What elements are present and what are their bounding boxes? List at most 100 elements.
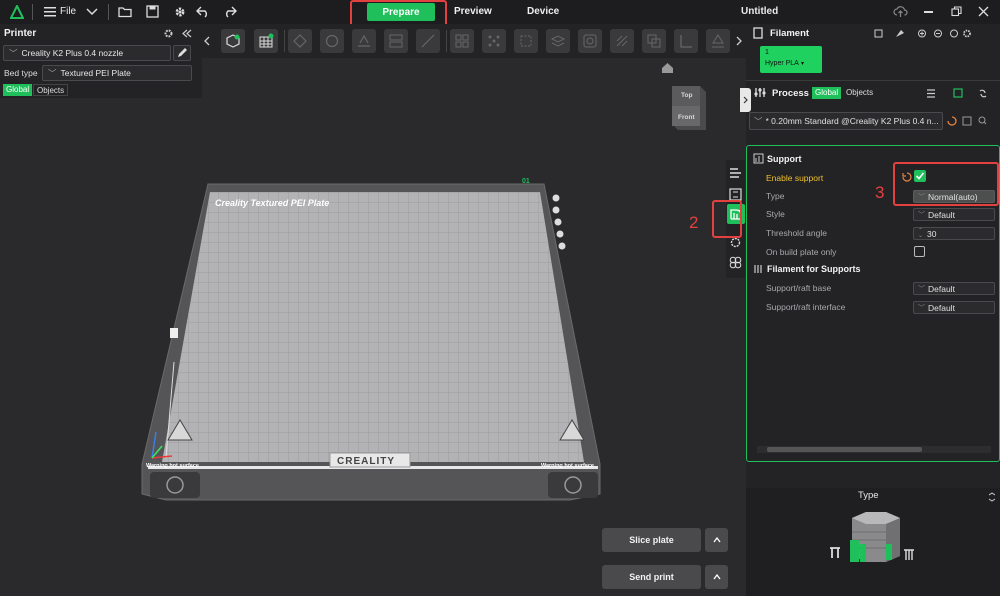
emboss-tool[interactable] xyxy=(578,29,602,53)
send-print-button[interactable]: Send print xyxy=(602,565,701,589)
arrange-tool[interactable] xyxy=(320,29,344,53)
profile-actions[interactable] xyxy=(946,115,996,127)
close-icon[interactable] xyxy=(978,6,989,17)
grid-dots-icon xyxy=(488,35,500,47)
restore-icon[interactable] xyxy=(951,6,962,17)
threshold-input[interactable]: ⌃ ⌄ 30 xyxy=(913,227,995,240)
filament-supports-icon xyxy=(754,265,762,273)
split-tool[interactable] xyxy=(384,29,408,53)
support-base-select[interactable]: ﹀ Default xyxy=(913,282,995,295)
grid-tool[interactable] xyxy=(482,29,506,53)
slice-layers-icon[interactable] xyxy=(729,166,742,179)
emboss-icon xyxy=(583,34,597,48)
process-tab-global[interactable]: Global xyxy=(812,87,842,99)
modifier-icon[interactable] xyxy=(729,256,742,269)
cube-add-icon xyxy=(226,34,240,48)
expand-collapse-icon[interactable] xyxy=(988,492,996,502)
orient-icon xyxy=(293,34,307,48)
assembly-tool[interactable] xyxy=(706,29,730,53)
expand-handle[interactable] xyxy=(740,88,751,112)
support-header: Support xyxy=(767,154,802,164)
slot-number: 1 xyxy=(765,49,769,56)
horizontal-scrollbar[interactable] xyxy=(757,446,991,453)
warning-label-left: Warning hot surface xyxy=(146,463,199,469)
plate-label: Creality Textured PEI Plate xyxy=(215,198,330,208)
cloud-upload-icon[interactable] xyxy=(893,4,908,19)
printer-panel: Printer ﹀ Creality K2 Plus 0.4 nozzle Bed… xyxy=(0,24,202,98)
brim-tool[interactable] xyxy=(514,29,538,53)
edit-printer-button[interactable] xyxy=(173,45,191,61)
view-cube[interactable]: Top Front xyxy=(672,84,706,132)
menu-icon[interactable] xyxy=(44,6,58,18)
filament-slot-1[interactable]: 1 Hyper PLA ▾ xyxy=(760,46,822,73)
paint-icon xyxy=(616,35,628,47)
home-view-icon[interactable] xyxy=(661,62,674,74)
filament-supports-header: Filament for Supports xyxy=(767,264,861,274)
divider xyxy=(746,80,1000,81)
chevron-down-icon[interactable] xyxy=(86,7,98,17)
open-folder-icon[interactable] xyxy=(118,5,132,18)
cut-tool[interactable] xyxy=(416,29,440,53)
slice-plate-button[interactable]: Slice plate xyxy=(602,528,701,552)
tab-preview[interactable]: Preview xyxy=(454,6,492,17)
chevron-down-icon: ﹀ xyxy=(48,68,57,78)
add-object-button[interactable] xyxy=(221,29,245,53)
layout-tool[interactable] xyxy=(450,29,474,53)
process-profile-select[interactable]: ﹀ * 0.20mm Standard @Creality K2 Plus 0.4… xyxy=(749,112,943,130)
support-interface-value: Default xyxy=(928,302,955,313)
orient-tool[interactable] xyxy=(288,29,312,53)
tab-global[interactable]: Global xyxy=(3,84,33,96)
style-select[interactable]: ﹀ Default xyxy=(913,208,995,221)
redo-icon[interactable] xyxy=(223,5,237,18)
scroll-right-icon[interactable] xyxy=(736,36,742,46)
printer-select[interactable]: ﹀ Creality K2 Plus 0.4 nozzle xyxy=(3,45,171,61)
divider xyxy=(108,4,109,20)
scroll-left-icon[interactable] xyxy=(204,36,210,46)
slice-options-button[interactable] xyxy=(705,528,728,552)
process-toolbar[interactable] xyxy=(926,88,996,99)
3d-viewport[interactable]: Top Front Creality Textured PEI Plate 01… xyxy=(0,63,746,596)
callout-box-3 xyxy=(893,162,999,206)
bed-type-select[interactable]: ﹀ Textured PEI Plate xyxy=(42,65,192,81)
split-icon xyxy=(389,34,403,48)
boolean-tool[interactable] xyxy=(642,29,666,53)
layers-icon xyxy=(550,35,566,47)
gear-icon[interactable] xyxy=(173,5,187,19)
grid-add-icon xyxy=(259,33,274,48)
save-icon[interactable] xyxy=(146,5,159,18)
collapse-icon[interactable] xyxy=(182,29,192,38)
process-profile: * 0.20mm Standard @Creality K2 Plus 0.4 … xyxy=(765,116,939,126)
printer-settings-icon[interactable] xyxy=(163,28,174,39)
file-menu[interactable]: File xyxy=(60,6,76,17)
support-base-label: Support/raft base xyxy=(766,283,832,293)
threshold-value: 30 xyxy=(927,228,937,239)
add-plate-button[interactable] xyxy=(254,29,278,53)
flatten-tool[interactable] xyxy=(352,29,376,53)
build-plate-only-checkbox[interactable] xyxy=(914,246,925,257)
support-type-illustration xyxy=(830,512,914,562)
pencil-icon xyxy=(178,48,187,57)
send-options-button[interactable] xyxy=(705,565,728,589)
process-tab-objects[interactable]: Objects xyxy=(846,88,873,97)
filament-toolbar[interactable] xyxy=(874,28,974,39)
chevron-down-icon: ﹀ xyxy=(918,285,925,293)
support-interface-select[interactable]: ﹀ Default xyxy=(913,301,995,314)
paint-tool[interactable] xyxy=(610,29,634,53)
build-plate-only-label: On build plate only xyxy=(766,247,837,257)
chevron-down-icon: ﹀ xyxy=(918,304,925,312)
view-top-label[interactable]: Top xyxy=(681,92,692,99)
tab-device[interactable]: Device xyxy=(527,6,559,17)
stepper-icon[interactable]: ⌃ ⌄ xyxy=(918,228,923,239)
chevron-down-icon: ﹀ xyxy=(9,48,18,58)
scroll-thumb[interactable] xyxy=(767,447,922,452)
process-icon xyxy=(754,88,766,97)
shell-tool[interactable] xyxy=(546,29,570,53)
plate-tools[interactable] xyxy=(550,194,566,256)
tab-objects[interactable]: Objects xyxy=(33,84,69,96)
view-front-label[interactable]: Front xyxy=(678,114,695,121)
undo-icon[interactable] xyxy=(196,5,210,18)
minimize-icon[interactable] xyxy=(924,11,933,13)
filament-icon xyxy=(753,27,763,39)
measure-tool[interactable] xyxy=(674,29,698,53)
warning-label-right: Warning hot surface xyxy=(541,463,594,469)
